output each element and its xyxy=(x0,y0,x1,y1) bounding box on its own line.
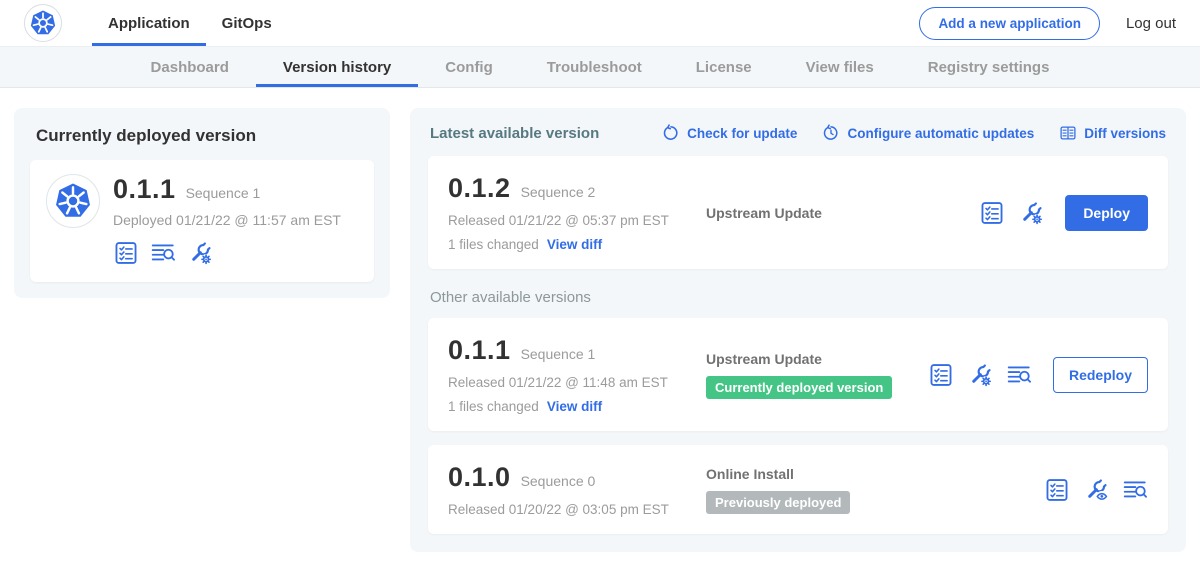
released-timestamp: Released 01/21/22 @ 05:37 pm EST xyxy=(448,213,706,228)
version-row-0-1-1: 0.1.1 Sequence 1 Released 01/21/22 @ 11:… xyxy=(428,318,1168,431)
check-for-update-link[interactable]: Check for update xyxy=(662,124,797,142)
kubernetes-logo-icon xyxy=(28,8,58,38)
view-config-icon[interactable] xyxy=(1083,477,1109,503)
tab-gitops[interactable]: GitOps xyxy=(206,0,288,46)
kubernetes-logo-icon xyxy=(52,180,94,222)
kubernetes-logo xyxy=(24,4,62,42)
edit-config-icon[interactable] xyxy=(967,362,993,388)
version-row-actions: Redeploy xyxy=(928,357,1148,393)
diff-versions-label: Diff versions xyxy=(1084,126,1166,141)
version-number: 0.1.1 xyxy=(448,335,511,366)
released-timestamp: Released 01/21/22 @ 11:48 am EST xyxy=(448,375,706,390)
deployed-version-info: 0.1.1 Sequence 1 Deployed 01/21/22 @ 11:… xyxy=(113,174,341,266)
diff-versions-link[interactable]: Diff versions xyxy=(1059,124,1166,142)
version-source: Online Install xyxy=(706,466,1044,482)
currently-deployed-badge: Currently deployed version xyxy=(706,376,892,399)
latest-available-title: Latest available version xyxy=(430,125,599,142)
redeploy-button[interactable]: Redeploy xyxy=(1053,357,1148,393)
app-icon xyxy=(46,174,100,228)
version-row-middle: Upstream Update Currently deployed versi… xyxy=(706,351,928,399)
subnav: Dashboard Version history Config Trouble… xyxy=(0,46,1200,88)
version-row-0-1-0: 0.1.0 Sequence 0 Released 01/20/22 @ 03:… xyxy=(428,445,1168,534)
deployed-version-tile: 0.1.1 Sequence 1 Deployed 01/21/22 @ 11:… xyxy=(30,160,374,282)
subtab-version-history[interactable]: Version history xyxy=(256,47,418,87)
version-sequence: Sequence 0 xyxy=(521,473,596,489)
add-application-button[interactable]: Add a new application xyxy=(919,7,1100,40)
version-row-left: 0.1.0 Sequence 0 Released 01/20/22 @ 03:… xyxy=(448,462,706,517)
main-content: Currently deployed version 0.1.1 Sequenc… xyxy=(0,88,1200,572)
deploy-logs-icon[interactable] xyxy=(1122,477,1148,503)
panel-actions: Check for update Configure automatic upd… xyxy=(662,124,1166,142)
schedule-update-icon xyxy=(822,124,840,142)
subtab-troubleshoot[interactable]: Troubleshoot xyxy=(520,47,669,87)
version-row-0-1-2: 0.1.2 Sequence 2 Released 01/21/22 @ 05:… xyxy=(428,156,1168,269)
configure-automatic-updates-label: Configure automatic updates xyxy=(847,126,1034,141)
refresh-icon xyxy=(662,124,680,142)
preflight-checks-icon[interactable] xyxy=(979,200,1005,226)
check-for-update-label: Check for update xyxy=(687,126,797,141)
deployed-actions xyxy=(113,240,341,266)
version-row-middle: Online Install Previously deployed xyxy=(706,466,1044,514)
view-diff-link[interactable]: View diff xyxy=(547,237,602,252)
version-source: Upstream Update xyxy=(706,205,979,221)
files-changed: 1 files changed xyxy=(448,399,539,414)
available-versions-panel: Latest available version Check for updat… xyxy=(410,108,1186,552)
version-source: Upstream Update xyxy=(706,351,928,367)
version-number: 0.1.2 xyxy=(448,173,511,204)
version-row-middle: Upstream Update xyxy=(706,205,979,221)
deployed-version-number: 0.1.1 xyxy=(113,174,176,205)
edit-config-icon[interactable] xyxy=(1018,200,1044,226)
version-sequence: Sequence 2 xyxy=(521,184,596,200)
tab-application[interactable]: Application xyxy=(92,0,206,46)
files-changed: 1 files changed xyxy=(448,237,539,252)
subtab-registry-settings[interactable]: Registry settings xyxy=(901,47,1077,87)
deploy-logs-icon[interactable] xyxy=(150,240,176,266)
diff-versions-icon xyxy=(1059,124,1077,142)
available-panel-header: Latest available version Check for updat… xyxy=(430,124,1166,142)
tab-application-label: Application xyxy=(108,15,190,32)
configure-automatic-updates-link[interactable]: Configure automatic updates xyxy=(822,124,1034,142)
deploy-button[interactable]: Deploy xyxy=(1065,195,1148,231)
other-versions-title: Other available versions xyxy=(430,289,1166,306)
previously-deployed-badge: Previously deployed xyxy=(706,491,850,514)
currently-deployed-card: Currently deployed version 0.1.1 Sequenc… xyxy=(14,108,390,298)
released-timestamp: Released 01/20/22 @ 03:05 pm EST xyxy=(448,502,706,517)
deploy-logs-icon[interactable] xyxy=(1006,362,1032,388)
top-header: Application GitOps Add a new application… xyxy=(0,0,1200,46)
version-number: 0.1.0 xyxy=(448,462,511,493)
edit-config-icon[interactable] xyxy=(187,240,213,266)
preflight-checks-icon[interactable] xyxy=(928,362,954,388)
logout-link[interactable]: Log out xyxy=(1126,15,1176,32)
view-diff-link[interactable]: View diff xyxy=(547,399,602,414)
preflight-checks-icon[interactable] xyxy=(1044,477,1070,503)
subtab-license[interactable]: License xyxy=(669,47,779,87)
tab-gitops-label: GitOps xyxy=(222,15,272,32)
version-row-left: 0.1.1 Sequence 1 Released 01/21/22 @ 11:… xyxy=(448,335,706,414)
version-row-actions: Deploy xyxy=(979,195,1148,231)
subtab-dashboard[interactable]: Dashboard xyxy=(124,47,256,87)
version-sequence: Sequence 1 xyxy=(521,346,596,362)
preflight-checks-icon[interactable] xyxy=(113,240,139,266)
top-tabs: Application GitOps xyxy=(92,0,288,46)
version-row-actions xyxy=(1044,477,1148,503)
subtab-view-files[interactable]: View files xyxy=(779,47,901,87)
subtab-config[interactable]: Config xyxy=(418,47,519,87)
deployed-timestamp: Deployed 01/21/22 @ 11:57 am EST xyxy=(113,212,341,228)
version-row-left: 0.1.2 Sequence 2 Released 01/21/22 @ 05:… xyxy=(448,173,706,252)
topbar-right: Add a new application Log out xyxy=(919,7,1176,40)
deployed-sequence: Sequence 1 xyxy=(186,185,261,201)
deployed-card-title: Currently deployed version xyxy=(36,126,368,146)
